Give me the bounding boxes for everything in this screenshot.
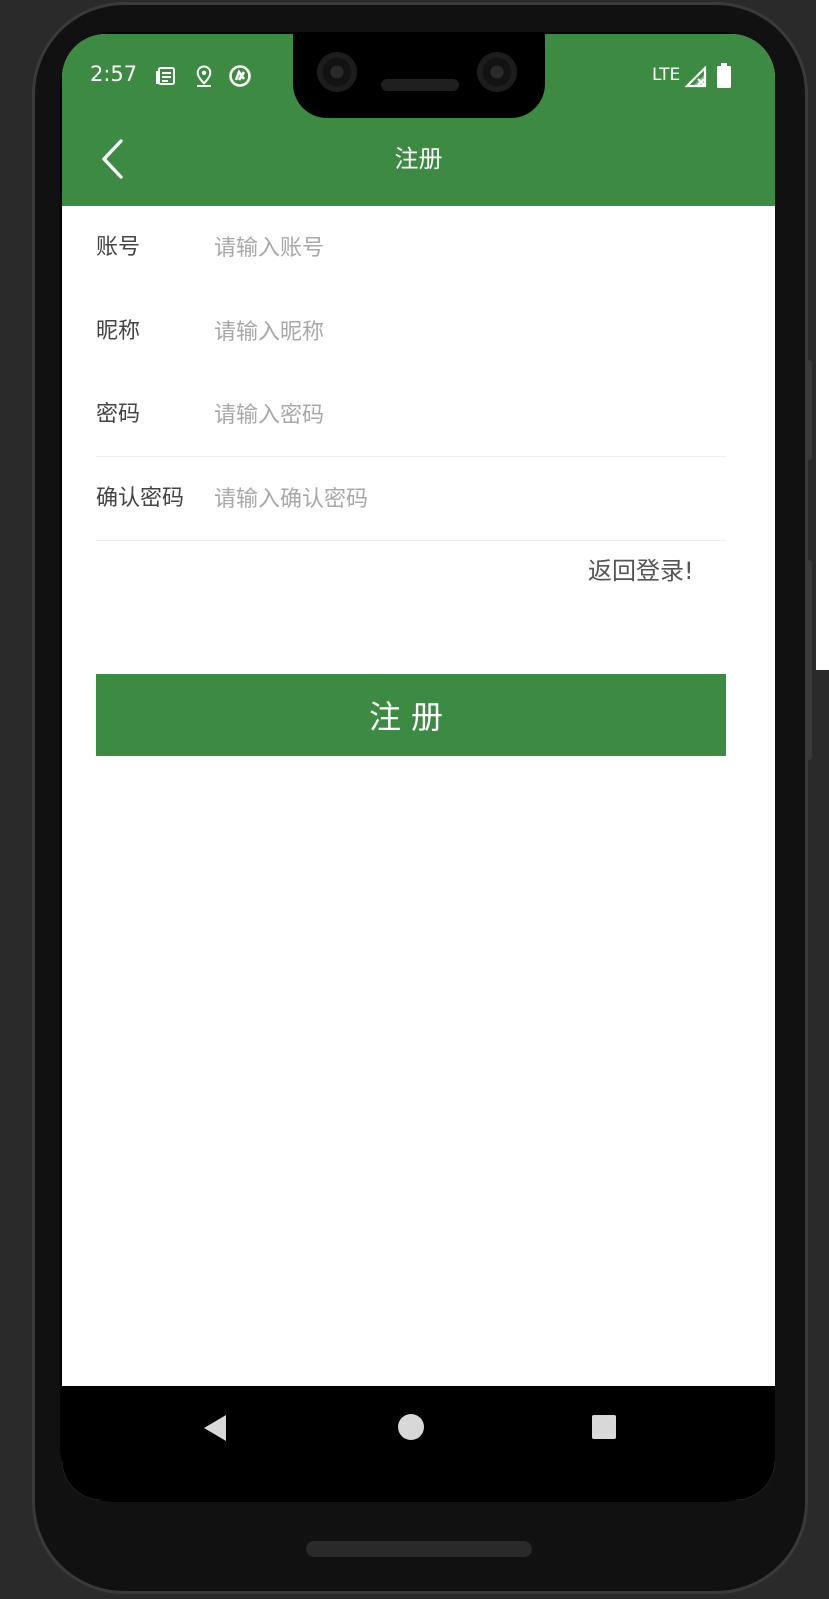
- app-bar: 2:57 LTE 注册: [62, 34, 775, 206]
- front-camera-left: [317, 52, 357, 92]
- back-to-login-link[interactable]: 返回登录!: [588, 554, 694, 588]
- nav-home-icon[interactable]: [398, 1414, 424, 1440]
- password-label: 密码: [96, 402, 141, 427]
- news-icon: [156, 67, 175, 85]
- nickname-input[interactable]: [214, 310, 714, 354]
- power-button: [806, 560, 812, 760]
- confirm-password-input[interactable]: [214, 477, 714, 521]
- front-camera-right: [477, 52, 517, 92]
- app-screen: 2:57 LTE 注册 账号 请输入账号 昵称 请输入昵称 密码 确认密码 返回…: [62, 34, 775, 1500]
- account-input[interactable]: [214, 226, 714, 270]
- nav-back-icon[interactable]: [204, 1415, 226, 1441]
- system-nav-bar: [62, 1386, 775, 1500]
- volume-button: [806, 360, 812, 460]
- signal-icon: [685, 66, 707, 88]
- form-row-account: 账号: [96, 206, 726, 290]
- page-title: 注册: [394, 145, 443, 173]
- nav-recents-icon[interactable]: [592, 1415, 616, 1439]
- battery-icon: [717, 63, 731, 88]
- account-label: 账号: [96, 235, 141, 260]
- form-row-password: 密码: [96, 373, 726, 457]
- sync-icon: [229, 65, 251, 87]
- earpiece-speaker: [381, 79, 459, 91]
- confirm-password-label: 确认密码: [96, 486, 185, 511]
- status-time: 2:57: [90, 62, 138, 86]
- register-button[interactable]: 注册: [96, 674, 726, 756]
- network-label: LTE: [652, 65, 681, 85]
- nickname-label: 昵称: [96, 319, 141, 344]
- form-row-confirm-password: 确认密码: [96, 457, 726, 541]
- bottom-speaker-grille: [306, 1541, 532, 1557]
- camera-notch: [293, 34, 545, 118]
- form-row-nickname: 昵称: [96, 290, 726, 374]
- location-pin-icon: [196, 65, 212, 87]
- password-input[interactable]: [214, 393, 714, 437]
- side-panel-edge: [816, 0, 829, 670]
